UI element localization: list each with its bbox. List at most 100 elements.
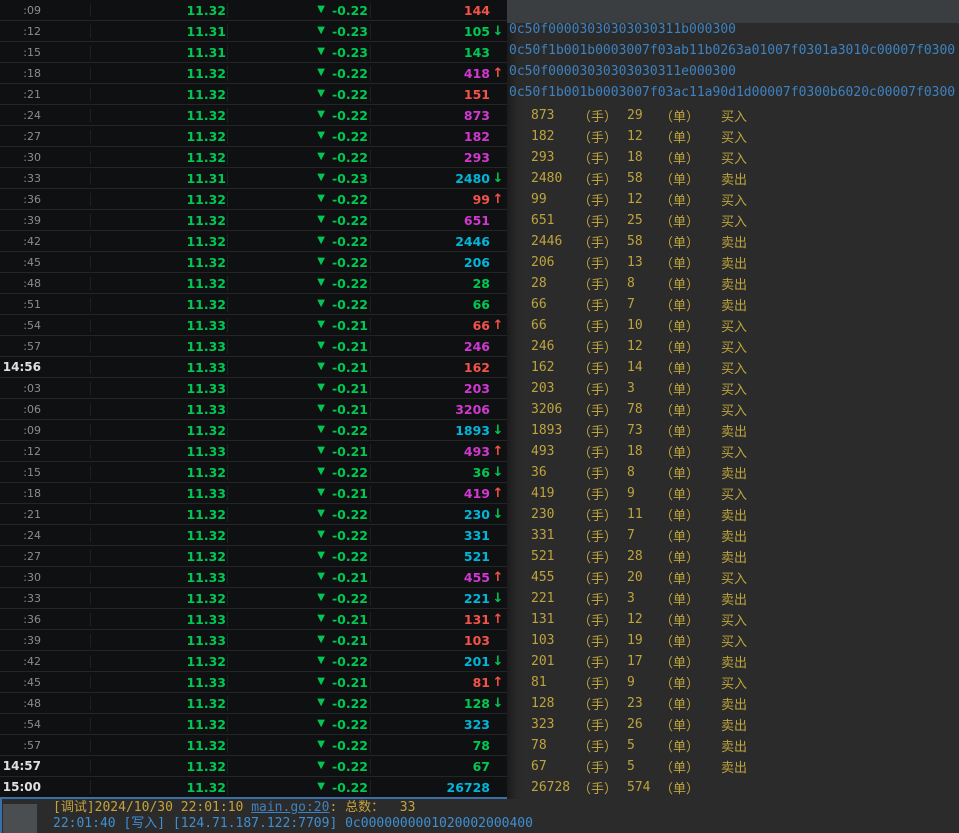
- trade-orders: 7: [627, 297, 660, 312]
- change-cell: ▼-0.22: [228, 276, 371, 291]
- lots-label: （手）: [578, 778, 627, 797]
- lots-label: （手）: [578, 736, 627, 755]
- volume-cell: 36: [371, 465, 490, 480]
- trade-volume: 521: [531, 549, 578, 564]
- table-row[interactable]: :12 11.31 ▼-0.23 105 ↓: [0, 21, 507, 42]
- trade-orders: 12: [627, 339, 660, 354]
- trend-arrow-icon: ↑: [490, 193, 506, 206]
- trade-orders: 11: [627, 507, 660, 522]
- log-panel: [调试]2024/10/30 22:01:10 main.go:20: 总数： …: [0, 799, 959, 833]
- price-cell: 11.32: [91, 213, 228, 228]
- table-row[interactable]: 15:00 11.32 ▼-0.22 26728: [0, 777, 507, 798]
- table-row[interactable]: :33 11.32 ▼-0.22 221 ↓: [0, 588, 507, 609]
- table-row[interactable]: :42 11.32 ▼-0.22 201 ↓: [0, 651, 507, 672]
- table-row[interactable]: :42 11.32 ▼-0.22 2446: [0, 231, 507, 252]
- volume-cell: 78: [371, 738, 490, 753]
- table-row[interactable]: :48 11.32 ▼-0.22 128 ↓: [0, 693, 507, 714]
- orders-label: （单）: [660, 631, 721, 650]
- volume-cell: 1893: [371, 423, 490, 438]
- down-triangle-icon: ▼: [317, 782, 325, 792]
- table-row[interactable]: 14:57 11.32 ▼-0.22 67: [0, 756, 507, 777]
- table-row[interactable]: :57 11.33 ▼-0.21 246: [0, 336, 507, 357]
- log-file-link[interactable]: main.go:20: [251, 800, 329, 815]
- price-cell: 11.32: [91, 465, 228, 480]
- table-row[interactable]: :27 11.32 ▼-0.22 182: [0, 126, 507, 147]
- orders-label: （单）: [660, 442, 721, 461]
- table-row[interactable]: :36 11.32 ▼-0.22 99 ↑: [0, 189, 507, 210]
- trade-volume: 246: [531, 339, 578, 354]
- time-cell: :09: [0, 424, 91, 437]
- trade-row: 246 （手） 12 （单） 买入: [507, 336, 959, 357]
- table-row[interactable]: :57 11.32 ▼-0.22 78: [0, 735, 507, 756]
- hex-line: 0c50f1b001b0003007f03ab11b0263a01007f030…: [509, 40, 959, 61]
- trade-volume: 1893: [531, 423, 578, 438]
- trade-volume: 206: [531, 255, 578, 270]
- table-row[interactable]: :33 11.31 ▼-0.23 2480 ↓: [0, 168, 507, 189]
- table-row[interactable]: :06 11.33 ▼-0.21 3206: [0, 399, 507, 420]
- table-row[interactable]: :21 11.32 ▼-0.22 230 ↓: [0, 504, 507, 525]
- time-cell: :57: [0, 739, 91, 752]
- table-row[interactable]: :09 11.32 ▼-0.22 144: [0, 0, 507, 21]
- table-row[interactable]: :54 11.32 ▼-0.22 323: [0, 714, 507, 735]
- table-row[interactable]: :30 11.32 ▼-0.22 293: [0, 147, 507, 168]
- trade-orders: 20: [627, 570, 660, 585]
- down-triangle-icon: ▼: [317, 467, 325, 477]
- orders-label: （单）: [660, 652, 721, 671]
- table-row[interactable]: :15 11.31 ▼-0.23 143: [0, 42, 507, 63]
- table-row[interactable]: 14:56 11.33 ▼-0.21 162: [0, 357, 507, 378]
- table-row[interactable]: :39 11.32 ▼-0.22 651: [0, 210, 507, 231]
- log-line1-prefix: [调试]2024/10/30 22:01:10: [53, 800, 251, 815]
- trade-side: 买入: [721, 673, 747, 692]
- trade-side: 卖出: [721, 274, 747, 293]
- volume-cell: 201: [371, 654, 490, 669]
- table-row[interactable]: :12 11.33 ▼-0.21 493 ↑: [0, 441, 507, 462]
- change-value: -0.21: [332, 402, 368, 417]
- down-triangle-icon: ▼: [317, 26, 325, 36]
- time-cell: :27: [0, 550, 91, 563]
- trade-side: 买入: [721, 190, 747, 209]
- volume-cell: 66: [371, 297, 490, 312]
- time-cell: :45: [0, 256, 91, 269]
- trade-row: 66 （手） 10 （单） 买入: [507, 315, 959, 336]
- change-cell: ▼-0.22: [228, 297, 371, 312]
- price-cell: 11.33: [91, 612, 228, 627]
- down-triangle-icon: ▼: [317, 236, 325, 246]
- table-row[interactable]: :24 11.32 ▼-0.22 331: [0, 525, 507, 546]
- table-row[interactable]: :39 11.33 ▼-0.21 103: [0, 630, 507, 651]
- trade-volume: 331: [531, 528, 578, 543]
- orders-label: （单）: [660, 568, 721, 587]
- change-value: -0.22: [332, 549, 368, 564]
- change-value: -0.22: [332, 192, 368, 207]
- table-row[interactable]: :15 11.32 ▼-0.22 36 ↓: [0, 462, 507, 483]
- trade-volume: 2480: [531, 171, 578, 186]
- table-row[interactable]: :51 11.32 ▼-0.22 66: [0, 294, 507, 315]
- table-row[interactable]: :48 11.32 ▼-0.22 28: [0, 273, 507, 294]
- trade-volume: 103: [531, 633, 578, 648]
- down-triangle-icon: ▼: [317, 698, 325, 708]
- table-row[interactable]: :21 11.32 ▼-0.22 151: [0, 84, 507, 105]
- console-panel[interactable]: 0c50f00003030303030311b0003000c50f1b001b…: [507, 0, 959, 833]
- table-row[interactable]: :54 11.33 ▼-0.21 66 ↑: [0, 315, 507, 336]
- time-cell: :27: [0, 130, 91, 143]
- table-row[interactable]: :45 11.33 ▼-0.21 81 ↑: [0, 672, 507, 693]
- change-cell: ▼-0.22: [228, 654, 371, 669]
- table-row[interactable]: :09 11.32 ▼-0.22 1893 ↓: [0, 420, 507, 441]
- table-row[interactable]: :18 11.33 ▼-0.21 419 ↑: [0, 483, 507, 504]
- tick-trade-table[interactable]: :09 11.32 ▼-0.22 144 :12 11.31 ▼-0.23 10…: [0, 0, 507, 799]
- lots-label: （手）: [578, 127, 627, 146]
- change-value: -0.23: [332, 171, 368, 186]
- table-row[interactable]: :27 11.32 ▼-0.22 521: [0, 546, 507, 567]
- table-row[interactable]: :36 11.33 ▼-0.21 131 ↑: [0, 609, 507, 630]
- change-cell: ▼-0.22: [228, 507, 371, 522]
- table-row[interactable]: :18 11.32 ▼-0.22 418 ↑: [0, 63, 507, 84]
- change-cell: ▼-0.22: [228, 129, 371, 144]
- orders-label: （单）: [660, 358, 721, 377]
- trade-volume: 221: [531, 591, 578, 606]
- trade-volume: 128: [531, 696, 578, 711]
- table-row[interactable]: :03 11.33 ▼-0.21 203: [0, 378, 507, 399]
- table-row[interactable]: :30 11.33 ▼-0.21 455 ↑: [0, 567, 507, 588]
- table-row[interactable]: :24 11.32 ▼-0.22 873: [0, 105, 507, 126]
- trade-orders: 78: [627, 402, 660, 417]
- change-value: -0.22: [332, 507, 368, 522]
- table-row[interactable]: :45 11.32 ▼-0.22 206: [0, 252, 507, 273]
